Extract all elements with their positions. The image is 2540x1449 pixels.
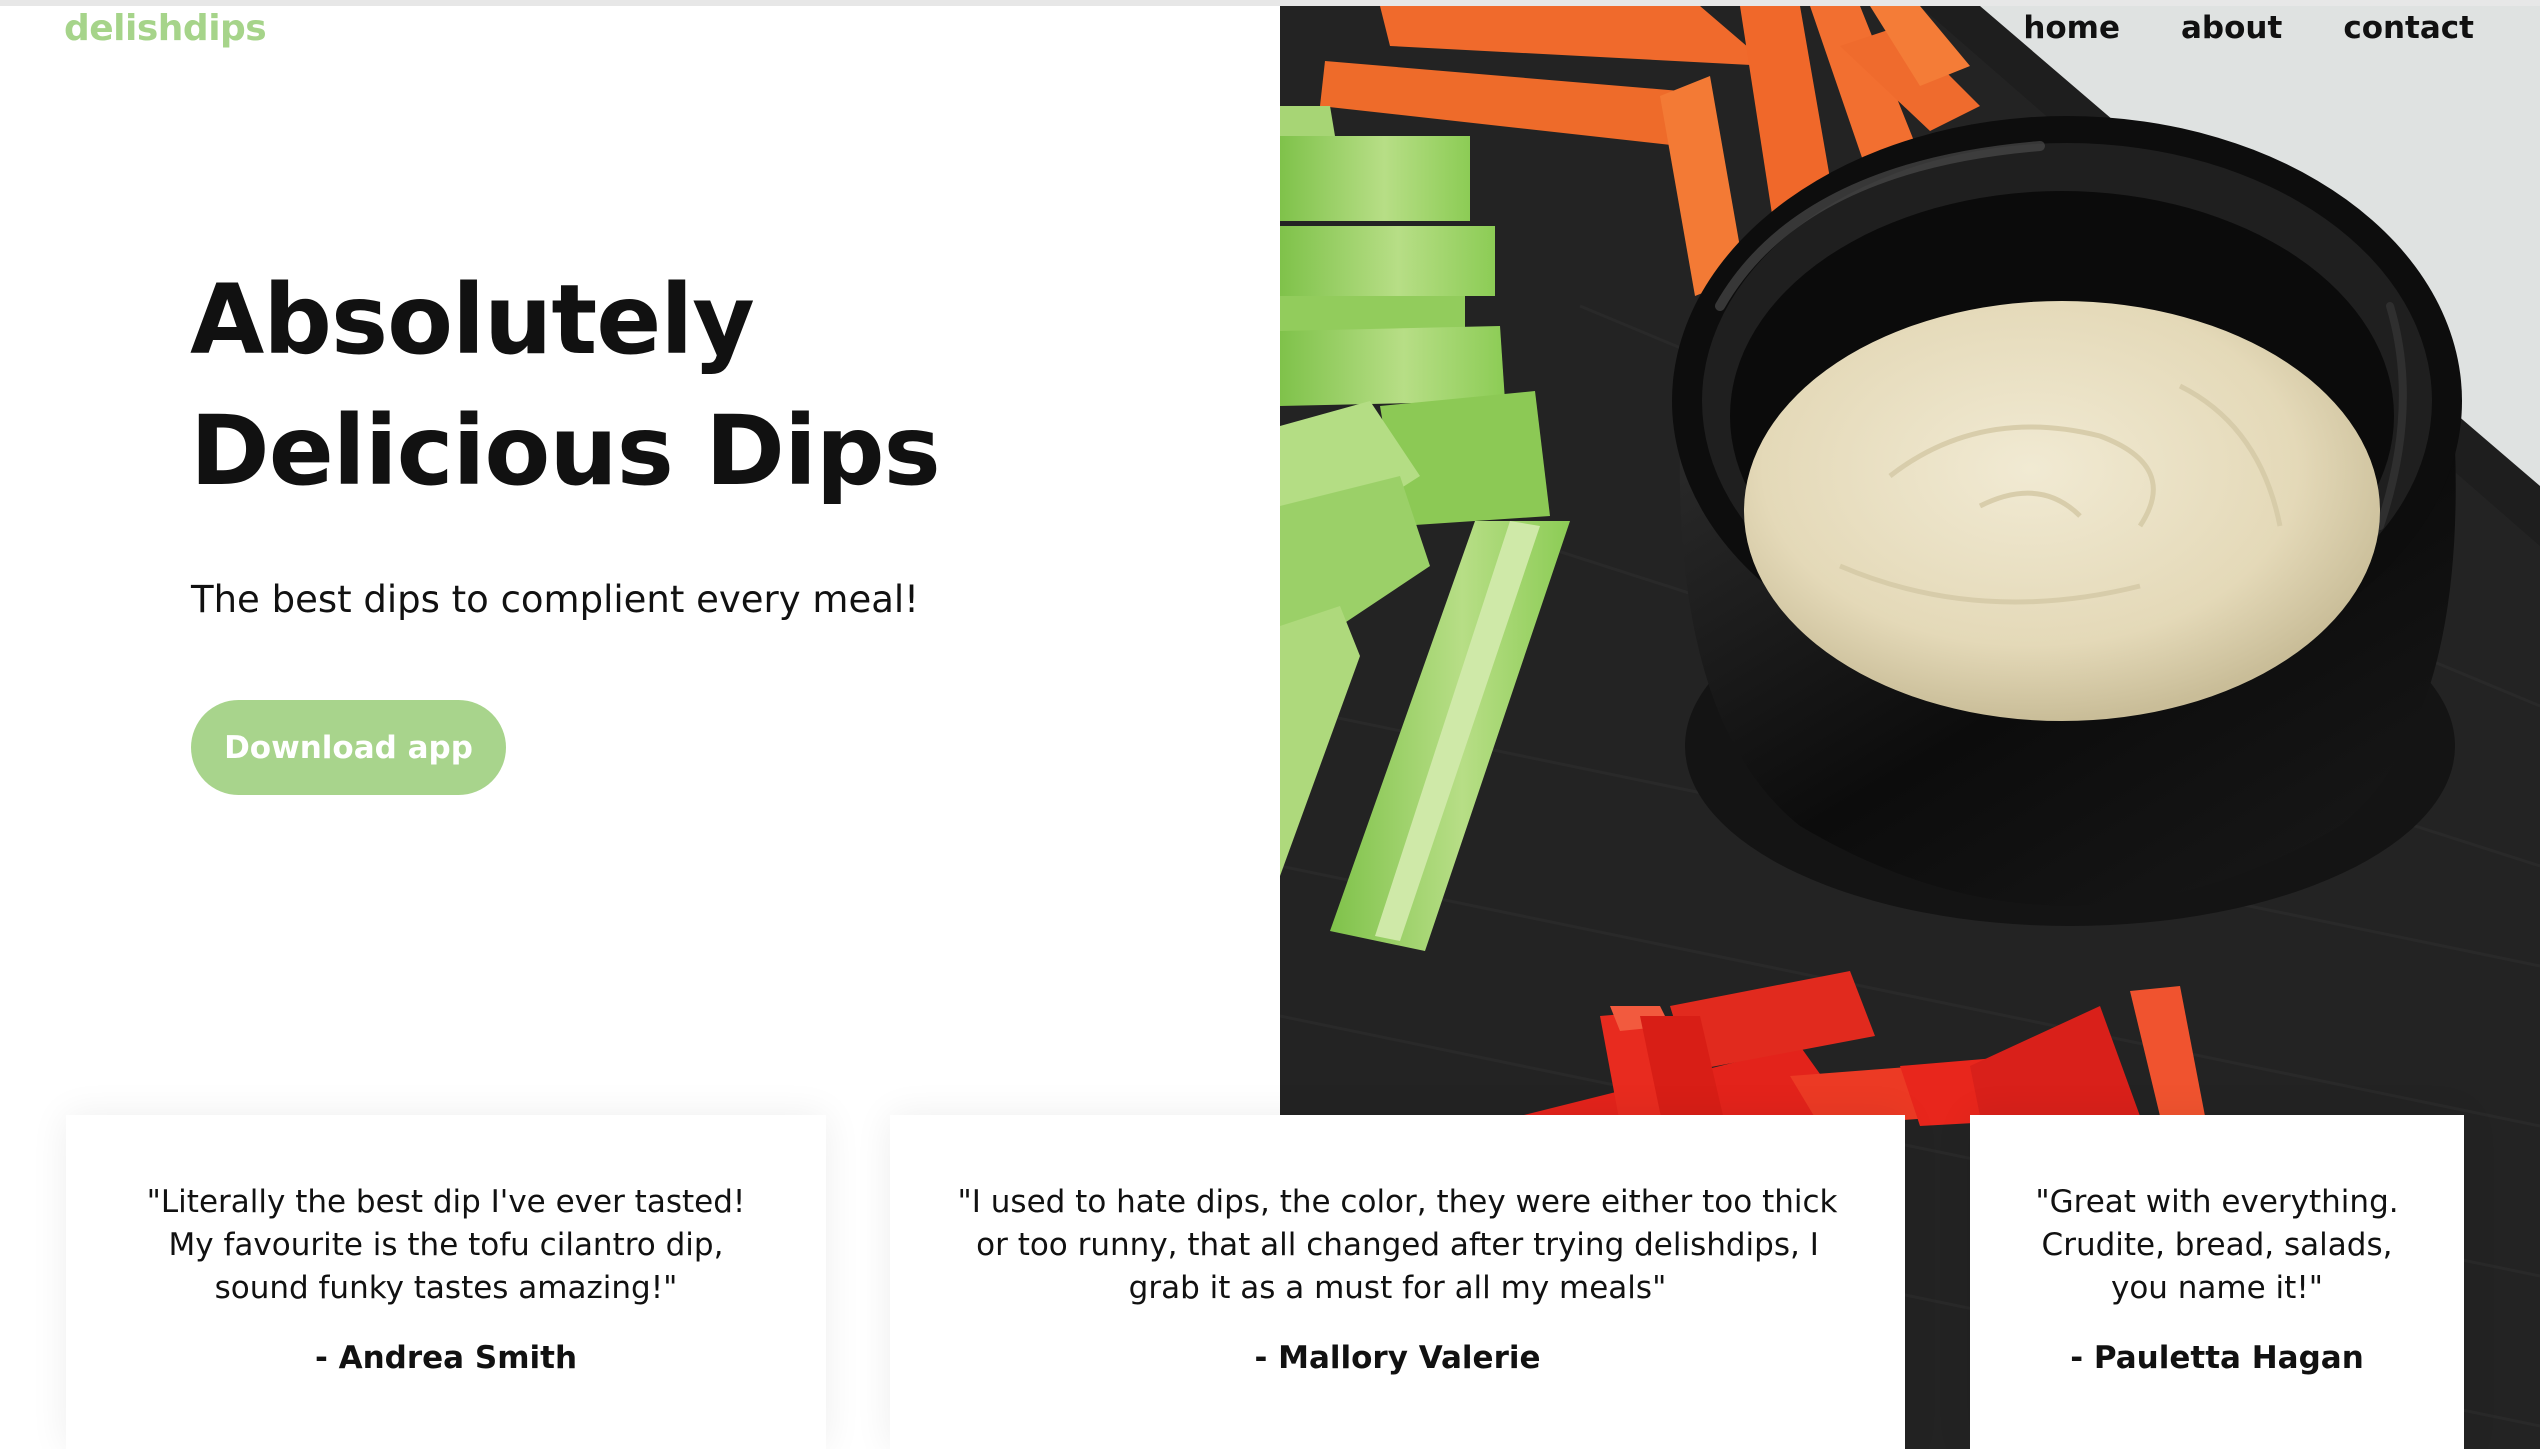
nav-link-home[interactable]: home [2023, 10, 2120, 46]
hero-subtitle: The best dips to complient every meal! [191, 578, 920, 621]
testimonial-author: - Pauletta Hagan [2070, 1340, 2364, 1376]
hero-title: Absolutely Delicious Dips [190, 255, 1250, 517]
brand-logo[interactable]: delishdips [64, 8, 267, 49]
testimonial-quote: "Literally the best dip I've ever tasted… [146, 1184, 746, 1306]
hero-title-line2: Delicious Dips [190, 395, 941, 507]
download-app-button[interactable]: Download app [191, 700, 506, 795]
landing-page: delishdips home about contact Absolutely… [0, 0, 2540, 1449]
hero-title-line1: Absolutely [190, 264, 755, 376]
top-border [0, 0, 2540, 6]
testimonial-author: - Mallory Valerie [1254, 1340, 1541, 1376]
testimonial-quote: "Great with everything. Crudite, bread, … [2035, 1184, 2399, 1306]
testimonial-card: "I used to hate dips, the color, they we… [890, 1115, 1905, 1449]
main-nav: home about contact [2023, 10, 2474, 46]
testimonial-card: "Literally the best dip I've ever tasted… [66, 1115, 826, 1449]
testimonial-card: "Great with everything. Crudite, bread, … [1970, 1115, 2464, 1449]
nav-link-about[interactable]: about [2181, 10, 2282, 46]
testimonial-quote: "I used to hate dips, the color, they we… [957, 1184, 1838, 1306]
nav-link-contact[interactable]: contact [2343, 10, 2474, 46]
testimonial-author: - Andrea Smith [314, 1340, 578, 1376]
